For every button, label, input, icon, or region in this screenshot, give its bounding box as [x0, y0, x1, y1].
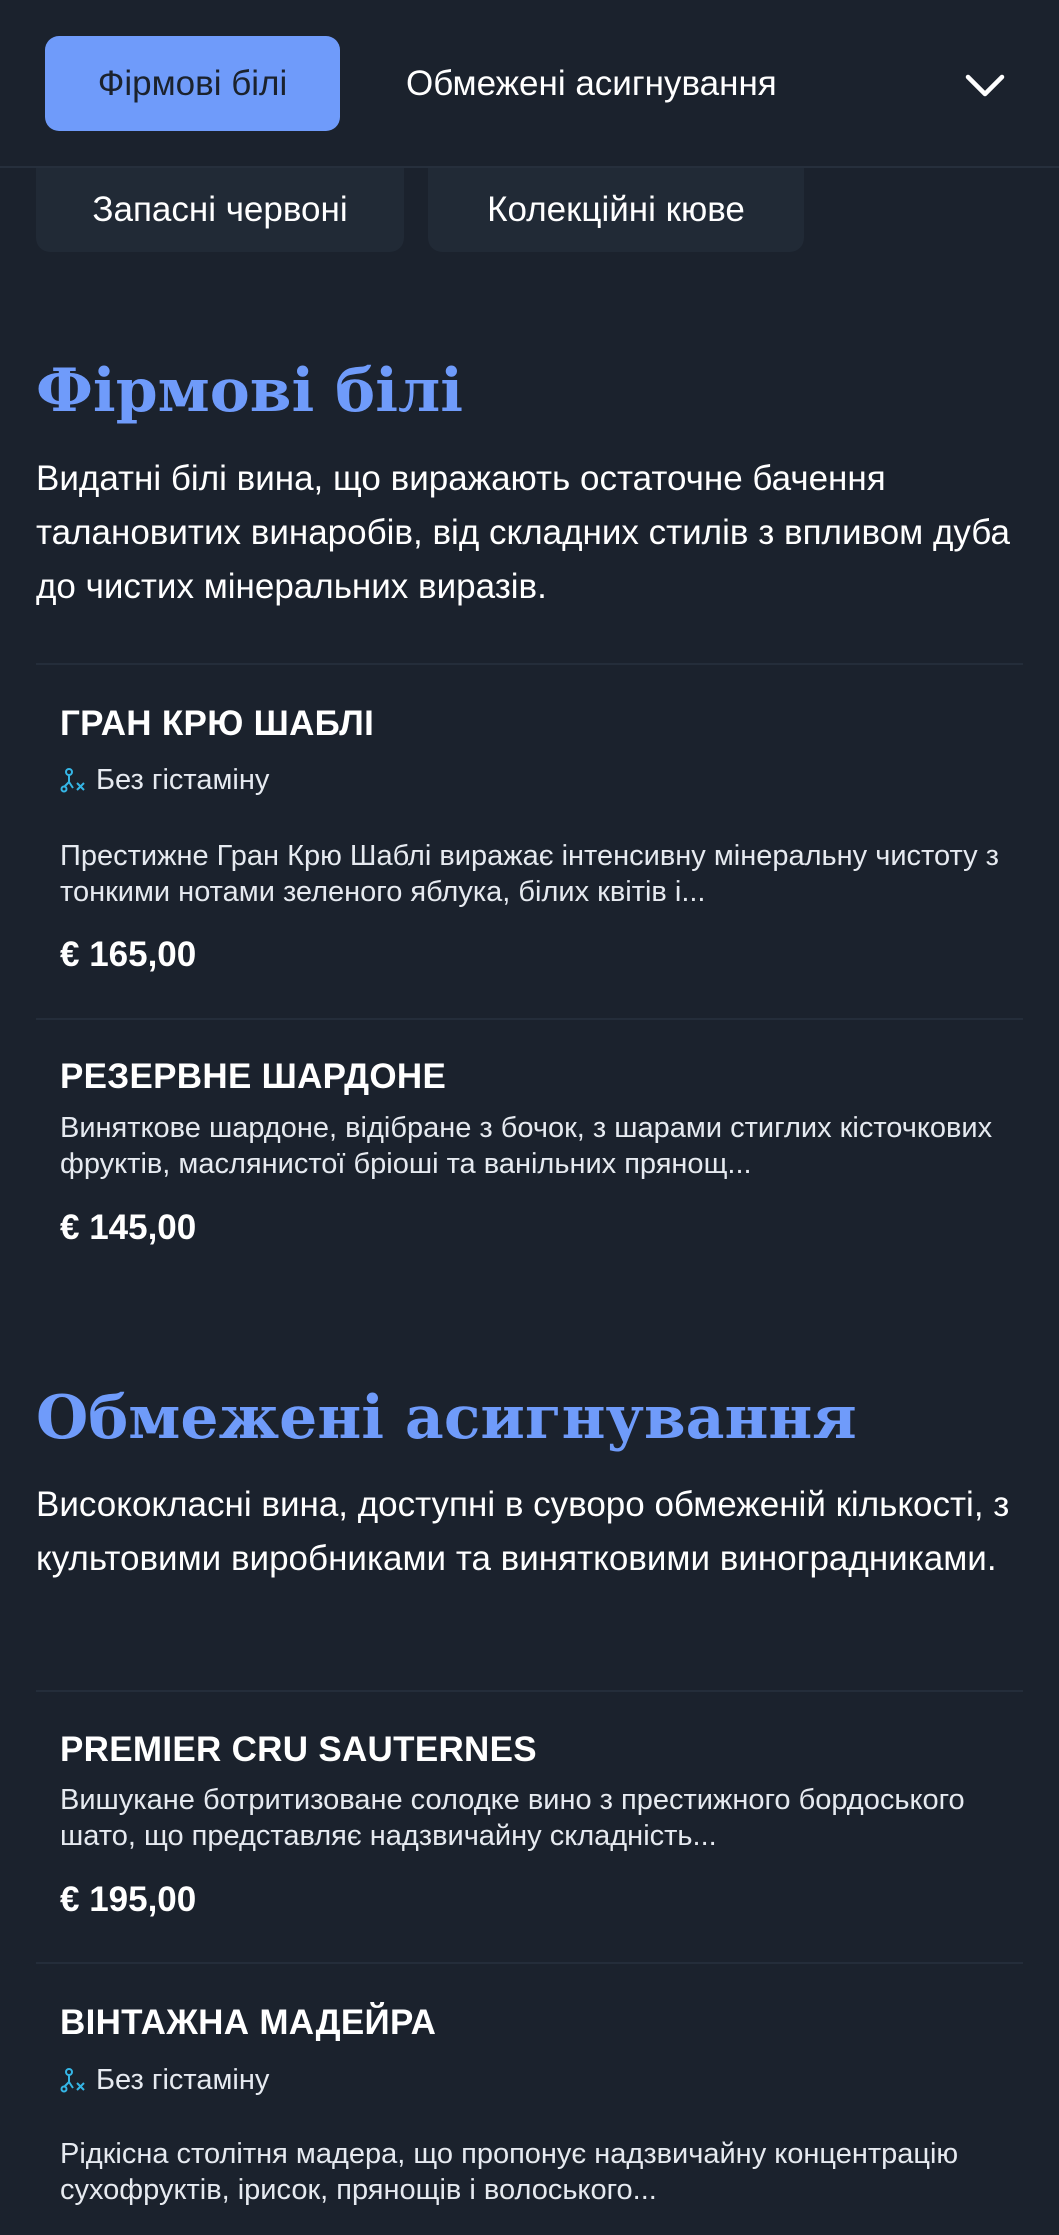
- chip-reserve-reds[interactable]: Запасні червоні: [36, 168, 404, 252]
- item-price: € 195,00: [60, 1880, 197, 1919]
- tab-label: Фірмові білі: [97, 63, 288, 103]
- divider: [36, 663, 1023, 665]
- item-description: Престижне Гран Крю Шаблі виражає інтенси…: [60, 840, 999, 908]
- category-nav: Фірмові білі Обмежені асигнування: [0, 0, 1059, 168]
- item-price: € 145,00: [60, 1208, 197, 1247]
- histamine-free-icon: [60, 2067, 85, 2092]
- tab-label: Обмежені асигнування: [406, 63, 777, 103]
- dietary-tag-label: Без гістаміну: [96, 764, 270, 796]
- dietary-tag: Без гістаміну: [60, 2064, 269, 2097]
- tab-limited-allocations[interactable]: Обмежені асигнування: [406, 36, 777, 131]
- chevron-down-icon[interactable]: [960, 60, 1010, 110]
- histamine-free-icon: [60, 767, 85, 792]
- section-description: Видатні білі вина, що виражають остаточн…: [36, 459, 1010, 606]
- item-name: ВІНТАЖНА МАДЕЙРА: [60, 2003, 437, 2042]
- item-description: Вишукане ботритизоване солодке вино з пр…: [60, 1784, 965, 1852]
- item-name: РЕЗЕРВНЕ ШАРДОНЕ: [60, 1057, 447, 1096]
- tab-signature-whites[interactable]: Фірмові білі: [45, 36, 340, 131]
- divider: [36, 1962, 1023, 1964]
- divider: [36, 1018, 1023, 1020]
- section-description: Висококласні вина, доступні в суворо обм…: [36, 1485, 1010, 1578]
- dietary-tag: Без гістаміну: [60, 764, 269, 797]
- nav-fade: [920, 36, 960, 131]
- section-title: Фірмові білі: [36, 356, 464, 426]
- item-name: ГРАН КРЮ ШАБЛІ: [60, 704, 375, 743]
- chip-collector-cuvees[interactable]: Колекційні кюве: [428, 168, 804, 252]
- chip-label: Колекційні кюве: [487, 190, 745, 229]
- chip-label: Запасні червоні: [92, 190, 348, 229]
- item-name: PREMIER CRU SAUTERNES: [60, 1730, 537, 1769]
- item-description: Виняткове шардоне, відібране з бочок, з …: [60, 1112, 993, 1180]
- item-description: Рідкісна столітня мадера, що пропонує на…: [60, 2138, 959, 2206]
- item-price: € 165,00: [60, 935, 197, 974]
- section-title: Обмежені асигнування: [36, 1383, 857, 1453]
- divider: [36, 1690, 1023, 1692]
- dietary-tag-label: Без гістаміну: [96, 2064, 270, 2096]
